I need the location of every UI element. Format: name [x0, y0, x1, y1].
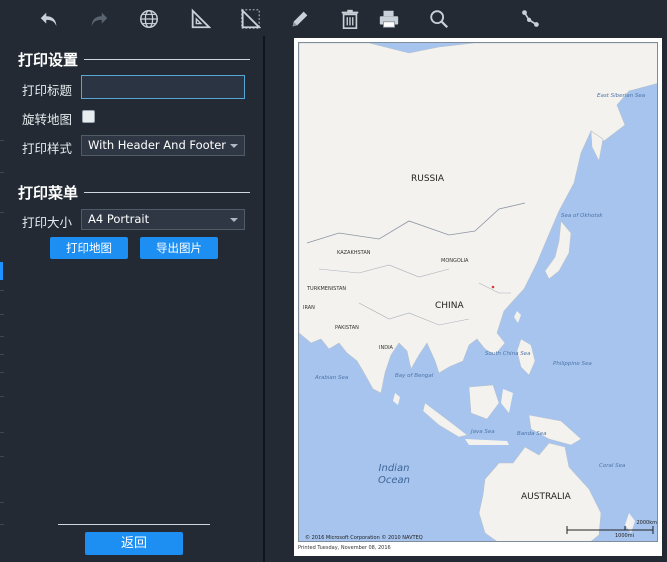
map-label-china: CHINA	[435, 301, 464, 311]
section-divider	[84, 59, 250, 60]
search-icon[interactable]	[426, 6, 452, 32]
measure-area-icon[interactable]	[237, 6, 263, 32]
side-rail	[0, 36, 6, 562]
print-menu-title: 打印菜单	[18, 184, 79, 202]
chevron-down-icon	[230, 218, 238, 222]
bottom-divider	[58, 524, 210, 525]
rail-tick	[0, 396, 4, 397]
rail-active-indicator	[0, 262, 3, 280]
rail-tick	[0, 314, 4, 315]
map-view[interactable]: RUSSIA CHINA AUSTRALIA KAZAKHSTAN MONGOL…	[298, 42, 658, 542]
printed-date: Printed Tuesday, November 08, 2016	[298, 545, 391, 551]
panel-divider	[263, 36, 265, 562]
rail-tick	[0, 372, 4, 373]
rail-tick	[0, 290, 4, 291]
rail-tick	[0, 502, 4, 503]
undo-icon[interactable]	[36, 6, 62, 32]
sea-label-banda: Banda Sea	[517, 431, 547, 437]
print-style-label: 打印样式	[22, 141, 73, 156]
map-scale-bar: 2000km 1000mi	[565, 520, 657, 540]
map-label-iran: IRAN	[303, 305, 315, 311]
sea-label-philippine: Philippine Sea	[553, 361, 592, 367]
rail-tick	[0, 432, 4, 433]
map-label-turkmenistan: TURKMENISTAN	[307, 286, 347, 292]
print-title-label: 打印标题	[22, 83, 73, 98]
scale-label-km: 2000km	[636, 520, 658, 526]
map-label-india: INDIA	[379, 345, 393, 351]
print-size-label: 打印大小	[22, 215, 73, 230]
print-size-select[interactable]: A4 Portrait	[81, 209, 245, 230]
back-button[interactable]: 返回	[85, 532, 183, 555]
print-preview-page: RUSSIA CHINA AUSTRALIA KAZAKHSTAN MONGOL…	[294, 38, 662, 556]
rotate-map-checkbox[interactable]	[82, 110, 95, 123]
print-panel: 打印设置 打印标题 旋转地图 打印样式 With Header And Foot…	[8, 36, 262, 562]
section-divider	[84, 192, 250, 193]
map-label-pakistan: PAKISTAN	[335, 325, 359, 331]
map-copyright: © 2016 Microsoft Corporation © 2010 NAVT…	[305, 535, 423, 541]
rail-tick	[0, 456, 4, 457]
rotate-map-label: 旋转地图	[22, 112, 73, 127]
print-map-button[interactable]: 打印地图	[50, 237, 128, 259]
redo-icon[interactable]	[86, 6, 112, 32]
ocean-label-indian: Indian Ocean	[378, 463, 410, 486]
rail-tick	[0, 212, 4, 213]
sea-label-east-siberian: East Siberian Sea	[597, 93, 646, 99]
globe-icon[interactable]	[136, 6, 162, 32]
rail-tick	[0, 172, 4, 173]
rail-tick	[0, 354, 4, 355]
route-icon[interactable]	[517, 6, 543, 32]
print-style-value: With Header And Footer	[88, 138, 226, 152]
print-style-select[interactable]: With Header And Footer	[81, 135, 245, 156]
print-app: 打印设置 打印标题 旋转地图 打印样式 With Header And Foot…	[0, 0, 667, 562]
map-label-mongolia: MONGOLIA	[441, 258, 469, 264]
print-size-value: A4 Portrait	[88, 212, 150, 226]
printer-icon[interactable]	[376, 6, 402, 32]
sea-label-java: Java Sea	[471, 429, 495, 435]
measure-triangle-icon[interactable]	[187, 6, 213, 32]
export-image-button[interactable]: 导出图片	[140, 237, 218, 259]
sea-label-arabian: Arabian Sea	[315, 375, 349, 381]
map-label-australia: AUSTRALIA	[521, 492, 571, 502]
sea-label-bengal: Bay of Bengal	[395, 373, 434, 379]
trash-icon[interactable]	[337, 6, 363, 32]
rail-tick	[0, 336, 4, 337]
scale-label-mi: 1000mi	[615, 533, 634, 539]
map-label-russia: RUSSIA	[411, 174, 445, 184]
print-settings-title: 打印设置	[18, 51, 79, 69]
sea-label-coral: Coral Sea	[599, 463, 626, 469]
print-title-input[interactable]	[81, 75, 245, 99]
sea-label-okhotsk: Sea of Okhotsk	[561, 213, 603, 219]
pencil-icon[interactable]	[287, 6, 313, 32]
rail-tick	[0, 140, 4, 141]
chevron-down-icon	[230, 144, 238, 148]
map-label-kazakhstan: KAZAKHSTAN	[337, 250, 371, 256]
sea-label-south-china: South China Sea	[485, 351, 531, 357]
toolbar	[0, 0, 667, 36]
rail-tick	[0, 524, 4, 525]
